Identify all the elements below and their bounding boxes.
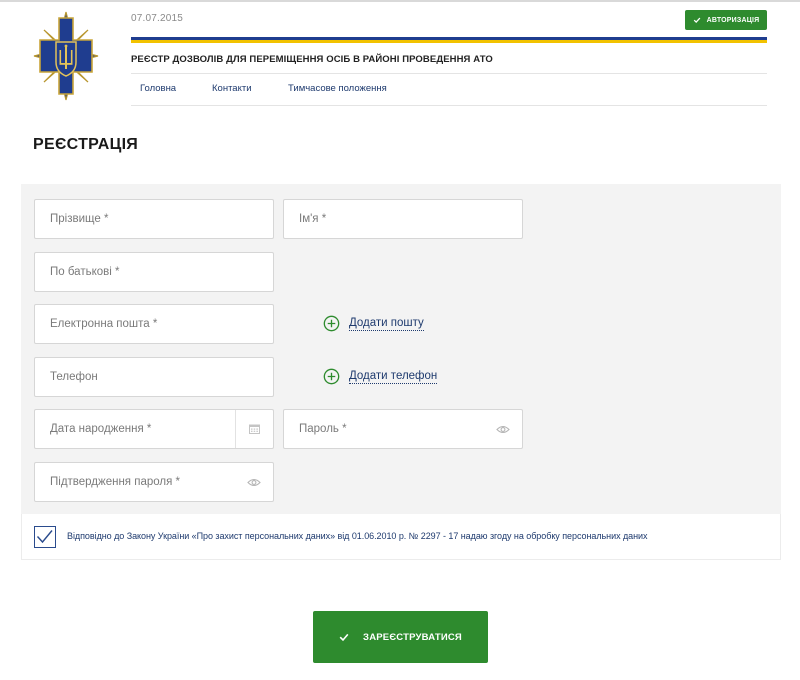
calendar-button[interactable]: [235, 410, 273, 448]
top-border: [0, 0, 800, 2]
phone-input[interactable]: Телефон: [34, 357, 274, 397]
register-button[interactable]: ЗАРЕЄСТРУВАТИСЯ: [313, 611, 488, 663]
add-email-link[interactable]: Додати пошту: [323, 315, 424, 332]
register-button-label: ЗАРЕЄСТРУВАТИСЯ: [363, 631, 462, 643]
first-name-input[interactable]: Ім'я *: [283, 199, 523, 239]
surname-input[interactable]: Прізвище *: [34, 199, 274, 239]
authorization-button-label: АВТОРИЗАЦІЯ: [706, 16, 760, 24]
current-date: 07.07.2015: [131, 13, 184, 24]
add-phone-label: Додати телефон: [349, 369, 438, 384]
page-title: РЕЄСТРАЦІЯ: [33, 136, 139, 153]
plus-circle-icon: [323, 368, 340, 385]
password-confirm-input[interactable]: Підтвердження пароля *: [34, 462, 274, 502]
eye-icon: [496, 425, 510, 433]
consent-checkbox[interactable]: [34, 526, 56, 548]
eye-icon: [247, 478, 261, 486]
plus-circle-icon: [323, 315, 340, 332]
password-placeholder: Пароль *: [299, 423, 347, 435]
add-email-label: Додати пошту: [349, 316, 424, 331]
show-password-toggle[interactable]: [484, 410, 522, 448]
birth-date-input[interactable]: Дата народження *: [34, 409, 274, 449]
email-placeholder: Електронна пошта *: [50, 318, 158, 330]
patronymic-input[interactable]: По батькові *: [34, 252, 274, 292]
check-icon: [693, 17, 700, 23]
show-password-confirm-toggle[interactable]: [235, 463, 273, 501]
password-confirm-placeholder: Підтвердження пароля *: [50, 476, 180, 488]
nav-item-contacts[interactable]: Контакти: [212, 83, 252, 94]
authorization-button[interactable]: АВТОРИЗАЦІЯ: [685, 10, 767, 30]
surname-placeholder: Прізвище *: [50, 213, 109, 225]
check-icon: [36, 530, 53, 544]
consent-text: Відповідно до Закону України «Про захист…: [67, 531, 648, 541]
flag-stripe-yellow: [131, 40, 767, 43]
first-name-placeholder: Ім'я *: [299, 213, 327, 225]
birth-date-placeholder: Дата народження *: [50, 423, 152, 435]
divider: [131, 105, 767, 106]
email-input[interactable]: Електронна пошта *: [34, 304, 274, 344]
phone-placeholder: Телефон: [50, 371, 98, 383]
patronymic-placeholder: По батькові *: [50, 266, 120, 278]
calendar-icon: [249, 424, 260, 434]
password-input[interactable]: Пароль *: [283, 409, 523, 449]
nav-item-home[interactable]: Головна: [140, 83, 176, 94]
site-title: РЕЄСТР ДОЗВОЛІВ ДЛЯ ПЕРЕМІЩЕННЯ ОСІБ В Р…: [131, 54, 493, 65]
nav-item-temporary-regulation[interactable]: Тимчасове положення: [288, 83, 387, 94]
check-icon: [339, 633, 349, 642]
divider: [131, 73, 767, 74]
ssu-emblem-logo[interactable]: [32, 10, 100, 102]
add-phone-link[interactable]: Додати телефон: [323, 368, 438, 385]
